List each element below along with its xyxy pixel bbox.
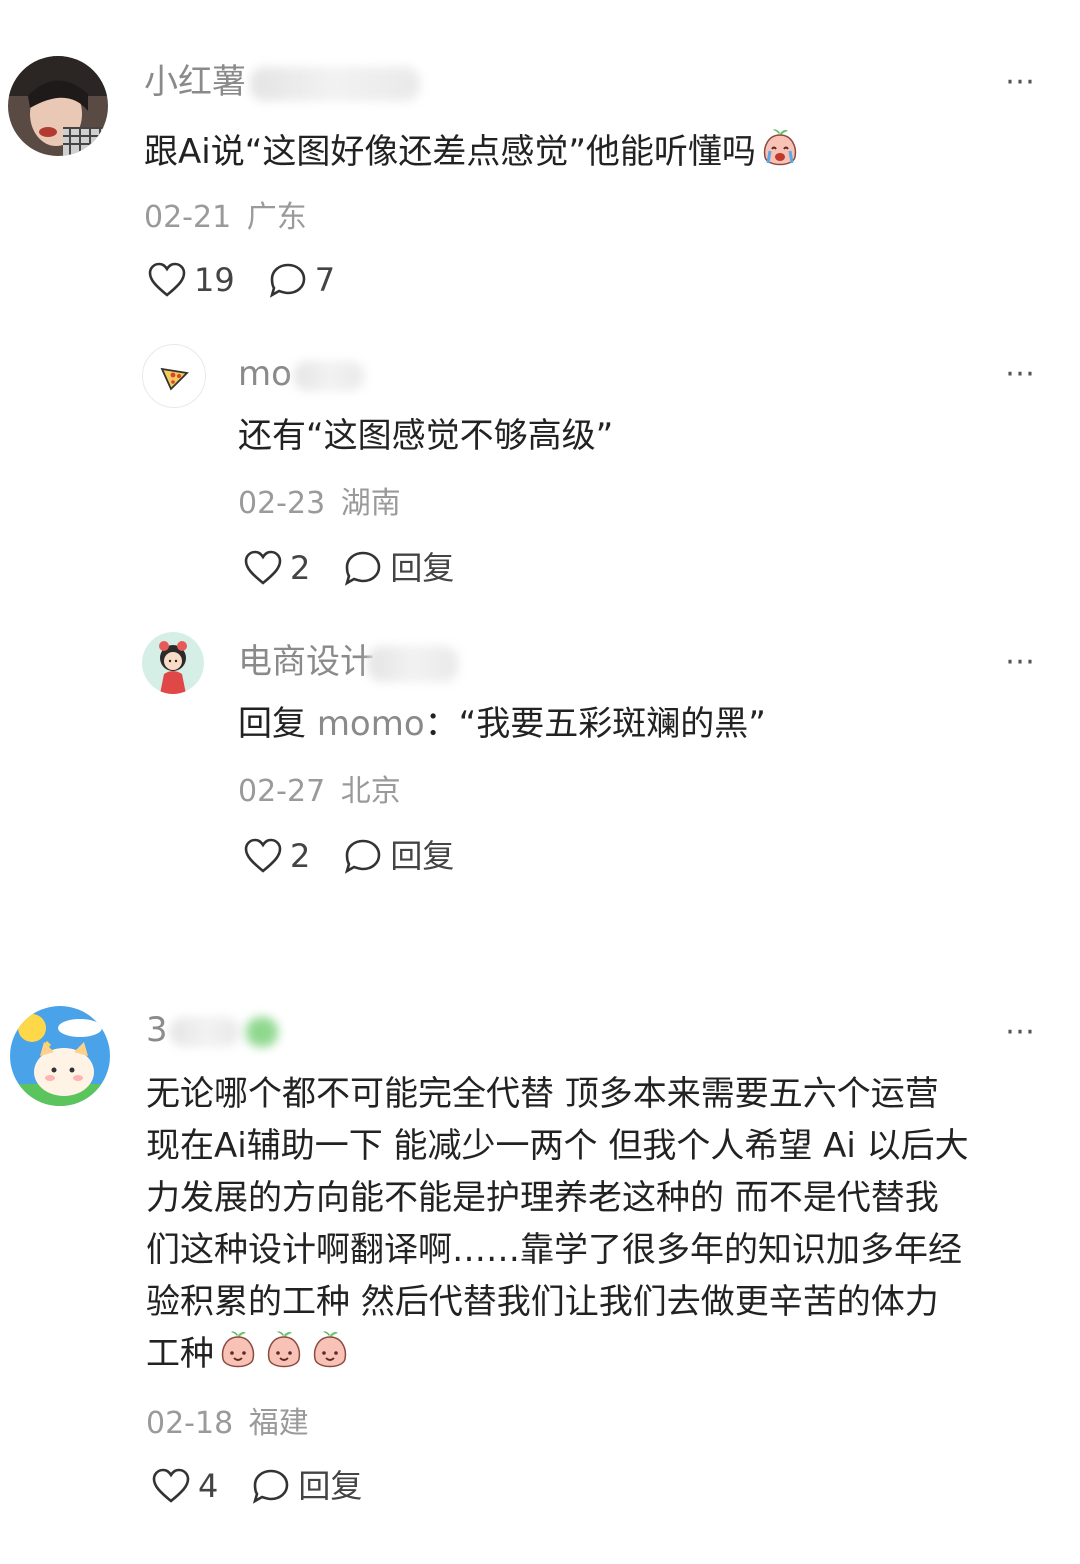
more-options-icon[interactable]: ⋯ (1005, 1017, 1038, 1047)
username-text: 电商设计 (238, 642, 374, 682)
avatar[interactable] (142, 632, 204, 694)
blurred-username (250, 66, 420, 101)
more-options-icon[interactable]: ⋯ (1005, 647, 1038, 677)
comment-meta: 02-27 北京 (238, 772, 401, 812)
comment-meta: 02-18 福建 (146, 1404, 309, 1444)
comment-text: 还有“这图感觉不够高级” (238, 416, 614, 456)
reply-label: 回复 (390, 837, 455, 875)
blurred-username (368, 645, 458, 682)
heart-icon (148, 262, 186, 297)
username[interactable]: 电商设计 (238, 640, 458, 684)
username[interactable]: mo (238, 352, 364, 396)
username-text: mo (238, 354, 292, 394)
username[interactable]: 小红薯 (144, 60, 420, 104)
comment-line: 工种 (146, 1334, 214, 1374)
like-button[interactable]: 4 (152, 1466, 218, 1506)
comment-meta: 02-21 广东 (144, 198, 307, 238)
pizza-icon (143, 345, 205, 407)
reply-to-username[interactable]: momo (317, 704, 425, 744)
reply-button[interactable]: 回复 (344, 548, 454, 588)
comment-text: 回复 momo：“我要五彩斑斓的黑” (238, 698, 766, 750)
date: 02-27 (238, 774, 326, 809)
comment-line: 力发展的方向能不能是护理养老这种的 而不是代替我 (146, 1178, 939, 1218)
reply-button[interactable]: 7 (269, 260, 335, 300)
location: 广东 (246, 200, 307, 235)
location: 北京 (340, 774, 401, 809)
smiling-peach-emoji-icon (221, 1331, 255, 1368)
reply-count: 7 (314, 261, 336, 299)
comment-line: 们这种设计啊翻译啊……靠学了很多年的知识加多年经 (146, 1230, 962, 1270)
avatar[interactable] (10, 1006, 110, 1106)
blurred-badge (245, 1016, 278, 1047)
like-count: 2 (290, 837, 311, 875)
more-options-icon[interactable]: ⋯ (1005, 67, 1038, 97)
date: 02-23 (238, 486, 326, 521)
reply-label: 回复 (390, 549, 455, 587)
like-button[interactable]: 2 (244, 836, 310, 876)
date: 02-18 (146, 1406, 234, 1441)
username[interactable]: 3 (146, 1008, 278, 1052)
more-options-icon[interactable]: ⋯ (1005, 359, 1038, 389)
reply-label: 回复 (298, 1467, 363, 1505)
username-text: 小红薯 (144, 62, 246, 102)
like-button[interactable]: 2 (244, 548, 310, 588)
reply-button[interactable]: 回复 (344, 836, 454, 876)
comment-text: 跟Ai说“这图好像还差点感觉”他能听懂吗 (144, 126, 802, 178)
comment-actions: 2 回复 (244, 836, 488, 876)
comment-meta: 02-23 湖南 (238, 484, 401, 524)
comment-actions: 4 回复 (152, 1466, 396, 1506)
comment-body: ：“我要五彩斑斓的黑” (424, 704, 766, 744)
smiling-peach-emoji-icon (313, 1331, 347, 1368)
comment-actions: 19 7 (148, 260, 369, 300)
location: 湖南 (340, 486, 401, 521)
avatar[interactable] (8, 56, 108, 156)
comment-bubble-icon (253, 1469, 289, 1504)
comment-actions: 2 回复 (244, 548, 488, 588)
heart-icon (152, 1468, 190, 1503)
date: 02-21 (144, 200, 232, 235)
user-photo-icon (8, 56, 108, 156)
comment-line-last: 工种 (146, 1328, 1046, 1380)
comment-line: 无论哪个都不可能完全代替 顶多本来需要五六个运营 (146, 1074, 939, 1114)
crying-peach-emoji-icon (763, 129, 797, 166)
like-count: 2 (290, 549, 311, 587)
blurred-username (169, 1016, 240, 1047)
location: 福建 (248, 1406, 309, 1441)
username-text: 3 (146, 1010, 168, 1050)
blurred-username (293, 360, 364, 391)
smiling-peach-emoji-icon (267, 1331, 301, 1368)
comment-bubble-icon (345, 551, 381, 586)
comment-bubble-icon (345, 839, 381, 874)
comment-bubble-icon (269, 263, 306, 298)
comment-line: 验积累的工种 然后代替我们让我们去做更辛苦的体力 (146, 1282, 939, 1322)
cartoon-cat-avatar-icon (10, 1006, 110, 1106)
comment-body: 跟Ai说“这图好像还差点感觉”他能听懂吗 (144, 132, 756, 172)
like-count: 19 (194, 261, 235, 299)
comment-text: 无论哪个都不可能完全代替 顶多本来需要五六个运营 现在Ai辅助一下 能减少一两个… (146, 1068, 1046, 1380)
heart-icon (244, 838, 282, 873)
like-count: 4 (198, 1467, 219, 1505)
like-button[interactable]: 19 (148, 260, 235, 300)
reply-prefix: 回复 (238, 704, 306, 744)
cartoon-girl-avatar-icon (142, 632, 204, 694)
reply-button[interactable]: 回复 (252, 1466, 362, 1506)
heart-icon (244, 550, 282, 585)
comment-line: 现在Ai辅助一下 能减少一两个 但我个人希望 Ai 以后大 (146, 1126, 969, 1166)
avatar[interactable] (142, 344, 206, 408)
